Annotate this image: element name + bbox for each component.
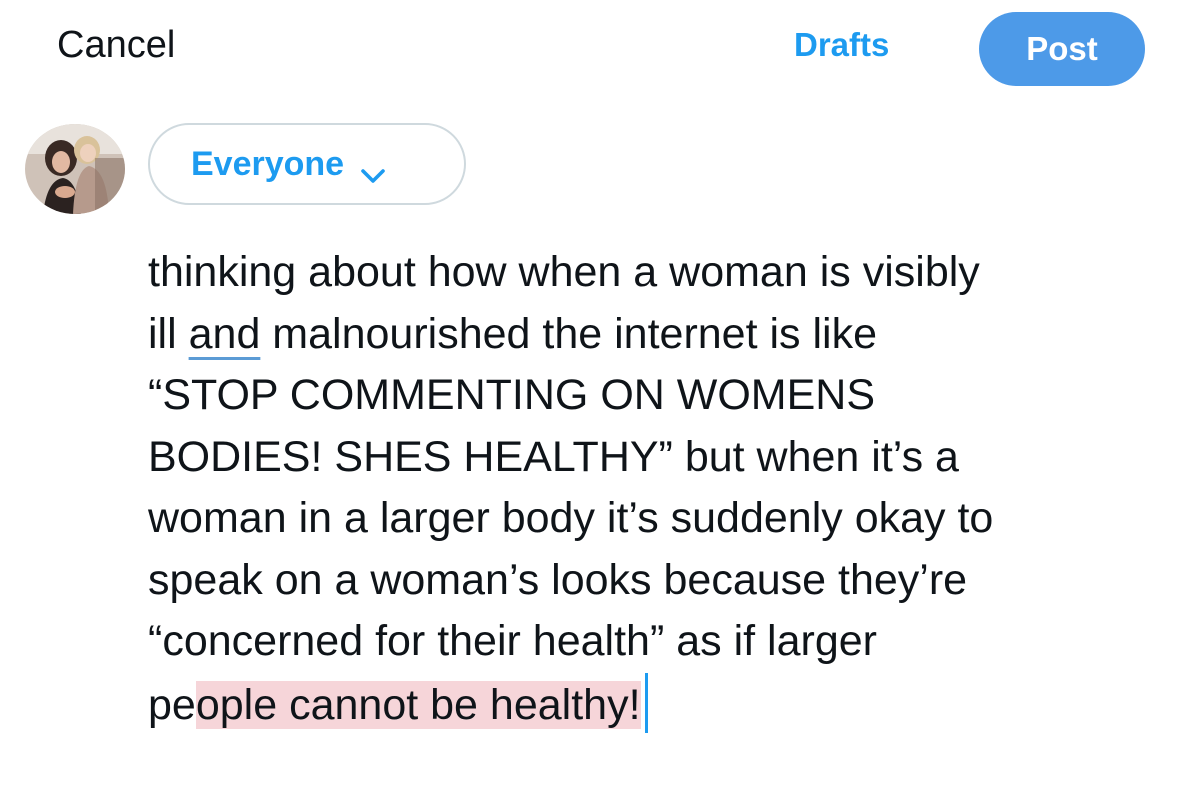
profile-photo-icon: [25, 124, 125, 214]
text-line: BODIES! SHES HEALTHY” but when it’s a: [148, 432, 959, 481]
text-line: woman in a larger body it’s suddenly oka…: [148, 494, 994, 542]
audience-selector[interactable]: Everyone: [148, 123, 466, 205]
drafts-button[interactable]: Drafts: [794, 22, 889, 68]
cancel-button[interactable]: Cancel: [57, 22, 175, 68]
selected-text[interactable]: ople cannot be healthy!: [195, 680, 641, 729]
compose-post-screen: Cancel Drafts Post Everyone thinking abo…: [0, 0, 1200, 789]
text-line: speak on a woman’s looks because they’re: [148, 555, 968, 604]
spellcheck-word[interactable]: and: [189, 310, 261, 358]
avatar[interactable]: [25, 124, 125, 214]
text-segment: malnourished the internet is like: [260, 309, 878, 358]
audience-label: Everyone: [191, 144, 345, 183]
post-button-label: Post: [1026, 30, 1098, 67]
text-segment: ill: [148, 309, 189, 358]
post-button[interactable]: Post: [979, 12, 1145, 86]
chevron-down-icon: [360, 155, 386, 183]
text-line: “concerned for their health” as if large…: [148, 617, 877, 665]
text-cursor: [644, 672, 648, 733]
text-line: people cannot be healthy!: [148, 672, 1178, 735]
text-segment: pe: [148, 680, 196, 729]
text-line: “STOP COMMENTING ON WOMENS: [148, 371, 876, 419]
post-text-area[interactable]: thinking about how when a woman is visib…: [148, 242, 1178, 734]
text-line: thinking about how when a woman is visib…: [148, 248, 980, 296]
text-line: ill and malnourished the internet is lik…: [148, 304, 1178, 366]
